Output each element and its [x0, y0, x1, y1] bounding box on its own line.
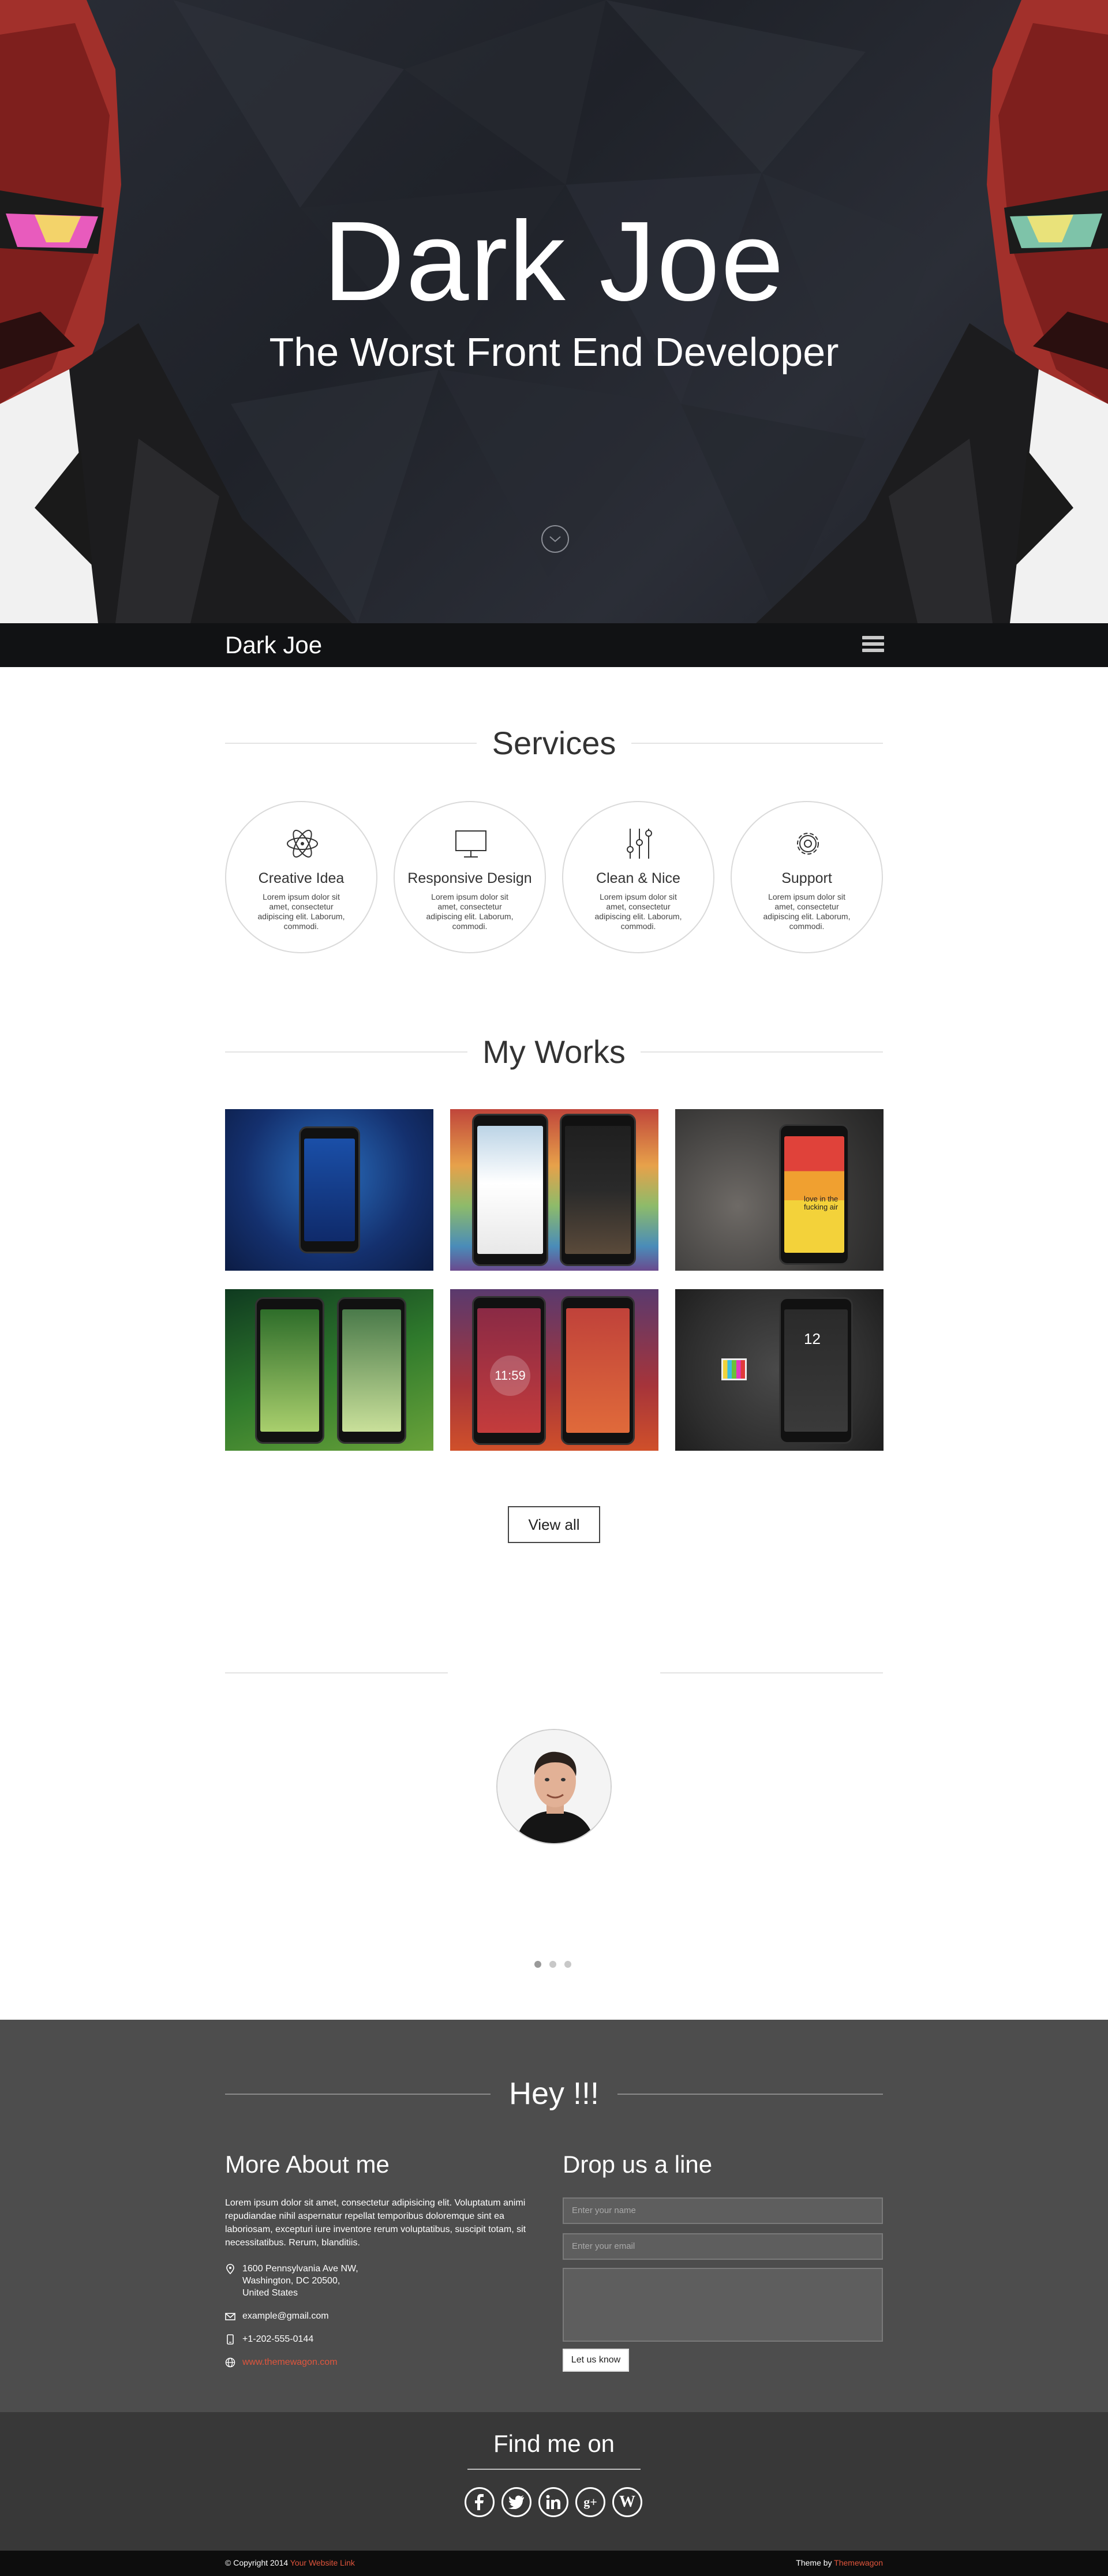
divider-line: [467, 2469, 641, 2470]
website-link[interactable]: Your Website Link: [290, 2558, 355, 2567]
works-heading: My Works: [482, 1034, 626, 1070]
service-card-creative-idea: Creative Idea Lorem ipsum dolor sit amet…: [225, 801, 377, 953]
copyright: © Copyright 2014 Your Website Link: [225, 2558, 355, 2567]
service-desc: Lorem ipsum dolor sit amet, consectetur …: [594, 892, 682, 931]
contact-heading: Hey !!!: [508, 2076, 600, 2111]
sliders-icon: [627, 829, 652, 859]
work-thumbnail[interactable]: 11:59: [450, 1289, 658, 1451]
name-field[interactable]: Enter your name: [563, 2197, 883, 2224]
phone-mockup: [561, 1296, 635, 1445]
email-field[interactable]: Enter your email: [563, 2233, 883, 2260]
services-heading: Services: [492, 725, 616, 761]
view-all-button[interactable]: View all: [508, 1506, 600, 1543]
person-portrait: [497, 1730, 611, 1843]
carousel-dots: [534, 1961, 575, 1968]
divider-line: [225, 1672, 448, 1673]
address-row: 1600 Pennsylvania Ave NW, Washington, DC…: [225, 2263, 537, 2301]
services-heading-block: Services: [225, 723, 883, 763]
twitter-icon[interactable]: [501, 2487, 531, 2517]
works-gallery: love in the fucking air 11:59 12: [225, 1109, 884, 1452]
top-navbar: Dark Joe: [0, 623, 1108, 667]
carousel-dot[interactable]: [549, 1961, 556, 1968]
phone-row: +1-202-555-0144: [225, 2333, 537, 2346]
phone-text: +1-202-555-0144: [242, 2334, 314, 2344]
about-title: More About me: [225, 2151, 390, 2178]
hero-section: Dark Joe The Worst Front End Developer: [0, 0, 1108, 623]
phone-mockup: 11:59: [472, 1296, 546, 1445]
email-text[interactable]: example@gmail.com: [242, 2310, 329, 2322]
phone-mockup: [299, 1126, 360, 1253]
themewagon-link[interactable]: Themewagon: [834, 2558, 883, 2567]
wordpress-icon[interactable]: W: [612, 2487, 642, 2517]
work-thumbnail[interactable]: [225, 1289, 433, 1451]
hero-title: Dark Joe: [323, 198, 785, 324]
envelope-icon: [225, 2313, 235, 2320]
phone-mockup: [560, 1114, 636, 1266]
service-name: Clean & Nice: [596, 870, 680, 886]
phone-mockup: 12: [779, 1297, 853, 1444]
tv-icon: [721, 1358, 747, 1380]
contact-heading-block: Hey !!!: [225, 2073, 883, 2114]
service-desc: Lorem ipsum dolor sit amet, consectetur …: [257, 892, 345, 931]
email-row: example@gmail.com: [225, 2310, 537, 2323]
phone-mockup: [472, 1114, 548, 1266]
service-card-support: Support Lorem ipsum dolor sit amet, cons…: [731, 801, 883, 953]
phone-mockup: [337, 1297, 406, 1444]
website-link[interactable]: www.themewagon.com: [242, 2357, 338, 2367]
google-plus-icon[interactable]: g+: [575, 2487, 605, 2517]
gear-icon: [797, 833, 819, 855]
address-text: 1600 Pennsylvania Ave NW, Washington, DC…: [242, 2264, 358, 2298]
divider-line: [660, 1672, 883, 1673]
hamburger-menu-icon[interactable]: [862, 636, 884, 654]
avatar: [496, 1729, 612, 1844]
service-desc: Lorem ipsum dolor sit amet, consectetur …: [426, 892, 514, 931]
about-text: Lorem ipsum dolor sit amet, consectetur …: [225, 2198, 526, 2248]
thumb-caption: love in the fucking air: [804, 1195, 839, 1211]
works-heading-block: My Works: [225, 1032, 883, 1072]
linkedin-icon[interactable]: [538, 2487, 568, 2517]
find-me-heading: Find me on: [493, 2430, 615, 2457]
work-thumbnail[interactable]: 12: [675, 1289, 884, 1451]
nav-brand[interactable]: Dark Joe: [225, 631, 322, 659]
footer-bar: © Copyright 2014 Your Website Link Theme…: [0, 2551, 1108, 2576]
work-thumbnail[interactable]: [225, 1109, 433, 1271]
thumb-clock: 12: [804, 1330, 821, 1347]
drop-title: Drop us a line: [563, 2151, 713, 2178]
mobile-phone-icon: [227, 2334, 234, 2345]
services-list: Creative Idea Lorem ipsum dolor sit amet…: [225, 801, 883, 953]
chevron-down-icon: [549, 536, 561, 542]
theme-credit: Theme by Themewagon: [796, 2558, 883, 2567]
scroll-down-button[interactable]: [541, 525, 569, 553]
hero-subtitle: The Worst Front End Developer: [269, 330, 839, 375]
phone-mockup: [255, 1297, 324, 1444]
theme-by-text: Theme by: [796, 2558, 832, 2567]
website-row: www.themewagon.com: [225, 2356, 537, 2369]
map-pin-icon: [226, 2264, 234, 2274]
send-button[interactable]: Let us know: [563, 2349, 629, 2372]
service-desc: Lorem ipsum dolor sit amet, consectetur …: [763, 892, 851, 931]
phone-mockup: love in the fucking air: [779, 1124, 849, 1265]
facebook-icon[interactable]: [465, 2487, 495, 2517]
work-thumbnail[interactable]: [450, 1109, 658, 1271]
carousel-dot[interactable]: [534, 1961, 541, 1968]
service-name: Creative Idea: [258, 870, 345, 886]
service-card-clean-nice: Clean & Nice Lorem ipsum dolor sit amet,…: [562, 801, 714, 953]
service-name: Support: [781, 870, 832, 886]
atom-icon: [287, 829, 318, 858]
monitor-icon: [455, 830, 486, 858]
work-thumbnail[interactable]: love in the fucking air: [675, 1109, 884, 1271]
globe-icon: [225, 2357, 235, 2368]
message-textarea[interactable]: [563, 2268, 883, 2342]
thumb-clock: 11:59: [490, 1356, 530, 1396]
service-name: Responsive Design: [407, 870, 532, 886]
service-card-responsive-design: Responsive Design Lorem ipsum dolor sit …: [394, 801, 546, 953]
carousel-dot[interactable]: [564, 1961, 571, 1968]
copyright-text: © Copyright 2014: [225, 2558, 289, 2567]
